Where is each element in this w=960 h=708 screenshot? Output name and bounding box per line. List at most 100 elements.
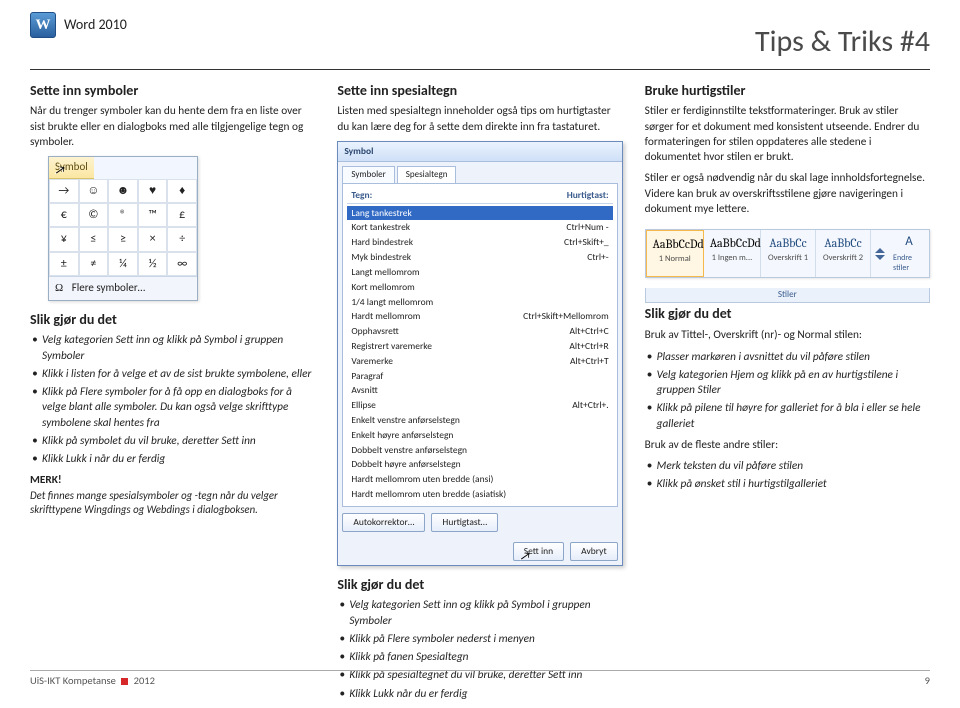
- symbol-cell[interactable]: ±: [49, 252, 79, 276]
- more-symbols-item[interactable]: Ω Flere symboler…: [49, 276, 197, 300]
- tab-specialchars[interactable]: Spesialtegn: [397, 166, 457, 183]
- chevron-down-icon: [875, 255, 885, 260]
- list-row[interactable]: OpphavsrettAlt+Ctrl+C: [347, 324, 612, 339]
- style-card[interactable]: AaBbCcDd 1 Ingen m...: [704, 230, 761, 277]
- symbol-cell[interactable]: ≠: [79, 252, 109, 276]
- howto-heading: Slik gjør du det: [337, 576, 622, 595]
- symbol-cell[interactable]: ½: [138, 252, 168, 276]
- cancel-button[interactable]: Avbryt: [570, 542, 618, 561]
- intro-special: Listen med spesialtegn inneholder også t…: [337, 104, 622, 135]
- symbol-cell[interactable]: ®: [108, 203, 138, 227]
- column-symbols: Sette inn symboler Når du trenger symbol…: [30, 80, 315, 708]
- steps-list: Merk teksten du vil påføre stilen Klikk …: [645, 459, 930, 493]
- step-item: Klikk på fanen Spesialtegn: [337, 650, 622, 665]
- symbol-cell[interactable]: €: [49, 203, 79, 227]
- list-row[interactable]: Kort tankestrekCtrl+Num -: [347, 220, 612, 235]
- symbol-cell[interactable]: ©: [79, 203, 109, 227]
- list-row[interactable]: Enkelt høyre anførselstegn: [347, 428, 612, 443]
- note-heading: MERK!: [30, 473, 315, 488]
- footer-square-icon: [121, 678, 128, 685]
- style-card[interactable]: AaBbCcDd 1 Normal: [646, 230, 704, 277]
- lead-text: Bruk av Tittel-, Overskrift (nr)- og Nor…: [645, 328, 930, 343]
- hotkey-button[interactable]: Hurtigtast…: [431, 513, 498, 532]
- symbol-cell[interactable]: ☻: [108, 179, 138, 203]
- product-name: Word 2010: [64, 16, 127, 35]
- symbol-grid: → ☺ ☻ ♥ ♦ € © ® ™ £ ¥ ≤ ≥ × ÷ ± ≠: [49, 179, 197, 276]
- column-specialchars: Sette inn spesialtegn Listen med spesial…: [337, 80, 622, 708]
- list-row[interactable]: Myk bindestrekCtrl+-: [347, 250, 612, 265]
- symbol-cell[interactable]: ÷: [167, 227, 197, 251]
- chevron-up-icon: [875, 248, 885, 253]
- autocorrect-button[interactable]: Autokorrektor…: [342, 513, 425, 532]
- list-row[interactable]: Enkelt venstre anførselstegn: [347, 413, 612, 428]
- symbol-button[interactable]: Symbol: [49, 157, 94, 179]
- howto-heading: Slik gjør du det: [645, 305, 930, 324]
- list-row[interactable]: Langt mellomrom: [347, 265, 612, 280]
- intro-symbols: Når du trenger symboler kan du hente dem…: [30, 104, 315, 150]
- sec-heading-symbols: Sette inn symboler: [30, 82, 315, 101]
- column-quickstyles: Bruke hurtigstiler Stiler er ferdiginnst…: [645, 80, 930, 708]
- symbol-cell[interactable]: ♦: [167, 179, 197, 203]
- step-item: Klikk på Flere symboler for å få opp en …: [30, 385, 315, 431]
- list-row[interactable]: Hard bindestrekCtrl+Skift+_: [347, 235, 612, 250]
- styles-para1: Stiler er ferdiginnstilte tekstformateri…: [645, 104, 930, 165]
- insert-button[interactable]: Sett inn: [513, 542, 564, 561]
- symbol-cell[interactable]: →: [49, 179, 79, 203]
- list-row[interactable]: Dobbelt høyre anførselstegn: [347, 457, 612, 472]
- list-row[interactable]: Hardt mellomrom uten bredde (asiatisk): [347, 487, 612, 502]
- symbol-cell[interactable]: ™: [138, 203, 168, 227]
- step-item: Velg kategorien Hjem og klikk på en av h…: [645, 368, 930, 399]
- sec-heading-styles: Bruke hurtigstiler: [645, 82, 930, 101]
- list-row[interactable]: Avsnitt: [347, 383, 612, 398]
- symbol-cell[interactable]: ≤: [79, 227, 109, 251]
- styles-a-icon: A: [905, 233, 913, 251]
- step-item: Klikk på ønsket stil i hurtigstilgalleri…: [645, 477, 930, 492]
- sec-heading-special: Sette inn spesialtegn: [337, 82, 622, 101]
- symbol-cell[interactable]: ☺: [79, 179, 109, 203]
- howto-heading: Slik gjør du det: [30, 311, 315, 330]
- change-styles-button[interactable]: A Endre stiler: [889, 230, 929, 277]
- list-row[interactable]: 1/4 langt mellomrom: [347, 295, 612, 310]
- step-item: Klikk på symbolet du vil bruke, deretter…: [30, 434, 315, 449]
- step-item: Velg kategorien Sett inn og klikk på Sym…: [30, 333, 315, 364]
- step-item: Klikk i listen for å velge et av de sist…: [30, 367, 315, 382]
- list-row[interactable]: EllipseAlt+Ctrl+.: [347, 398, 612, 413]
- styles-para2: Stiler er også nødvendig når du skal lag…: [645, 171, 930, 217]
- footer-org: UiS-IKT Kompetanse: [30, 674, 116, 687]
- step-item: Plasser markøren i avsnittet du vil påfø…: [645, 350, 930, 365]
- style-card[interactable]: AaBbCc Overskrift 1: [761, 230, 816, 277]
- list-row[interactable]: Hardt mellomromCtrl+Skift+Mellomrom: [347, 309, 612, 324]
- omega-icon: Ω: [55, 282, 63, 294]
- tab-symbols[interactable]: Symboler: [342, 166, 394, 183]
- symbol-cell[interactable]: ≥: [108, 227, 138, 251]
- more-symbols-label: Flere symboler…: [72, 281, 146, 294]
- symbol-cell[interactable]: ¼: [108, 252, 138, 276]
- symbol-cell[interactable]: ♥: [138, 179, 168, 203]
- steps-list: Plasser markøren i avsnittet du vil påfø…: [645, 350, 930, 432]
- steps-list: Velg kategorien Sett inn og klikk på Sym…: [30, 333, 315, 467]
- dialog-title: Symbol: [338, 142, 621, 162]
- list-row[interactable]: Kort mellomrom: [347, 280, 612, 295]
- step-item: Merk teksten du vil påføre stilen: [645, 459, 930, 474]
- step-item: Klikk Lukk når du er ferdig: [337, 687, 622, 702]
- page-title: Tips & Triks #4: [30, 22, 930, 63]
- page-footer: UiS-IKT Kompetanse 2012 9: [30, 670, 930, 688]
- note-body: Det finnes mange spesialsymboler og -teg…: [30, 489, 315, 518]
- symbol-cell[interactable]: ¥: [49, 227, 79, 251]
- list-row[interactable]: Hardt mellomrom uten bredde (ansi): [347, 472, 612, 487]
- list-row[interactable]: Paragraf: [347, 369, 612, 384]
- step-item: Velg kategorien Sett inn og klikk på Sym…: [337, 598, 622, 629]
- style-card[interactable]: AaBbCc Overskrift 2: [816, 230, 871, 277]
- list-row[interactable]: VaremerkeAlt+Ctrl+T: [347, 354, 612, 369]
- list-row[interactable]: Registrert varemerkeAlt+Ctrl+R: [347, 339, 612, 354]
- symbol-cell[interactable]: £: [167, 203, 197, 227]
- styles-ribbon: AaBbCcDd 1 Normal AaBbCcDd 1 Ingen m... …: [645, 223, 930, 303]
- ribbon-group-label: Stiler: [645, 288, 930, 303]
- step-item: Klikk på Flere symboler nederst i menyen: [337, 632, 622, 647]
- list-row[interactable]: Lang tankestrek: [347, 206, 612, 221]
- symbol-cell[interactable]: ∞: [167, 252, 197, 276]
- list-row[interactable]: Dobbelt venstre anførselstegn: [347, 443, 612, 458]
- gallery-scroll[interactable]: [871, 230, 889, 277]
- symbol-cell[interactable]: ×: [138, 227, 168, 251]
- page-number: 9: [925, 674, 930, 688]
